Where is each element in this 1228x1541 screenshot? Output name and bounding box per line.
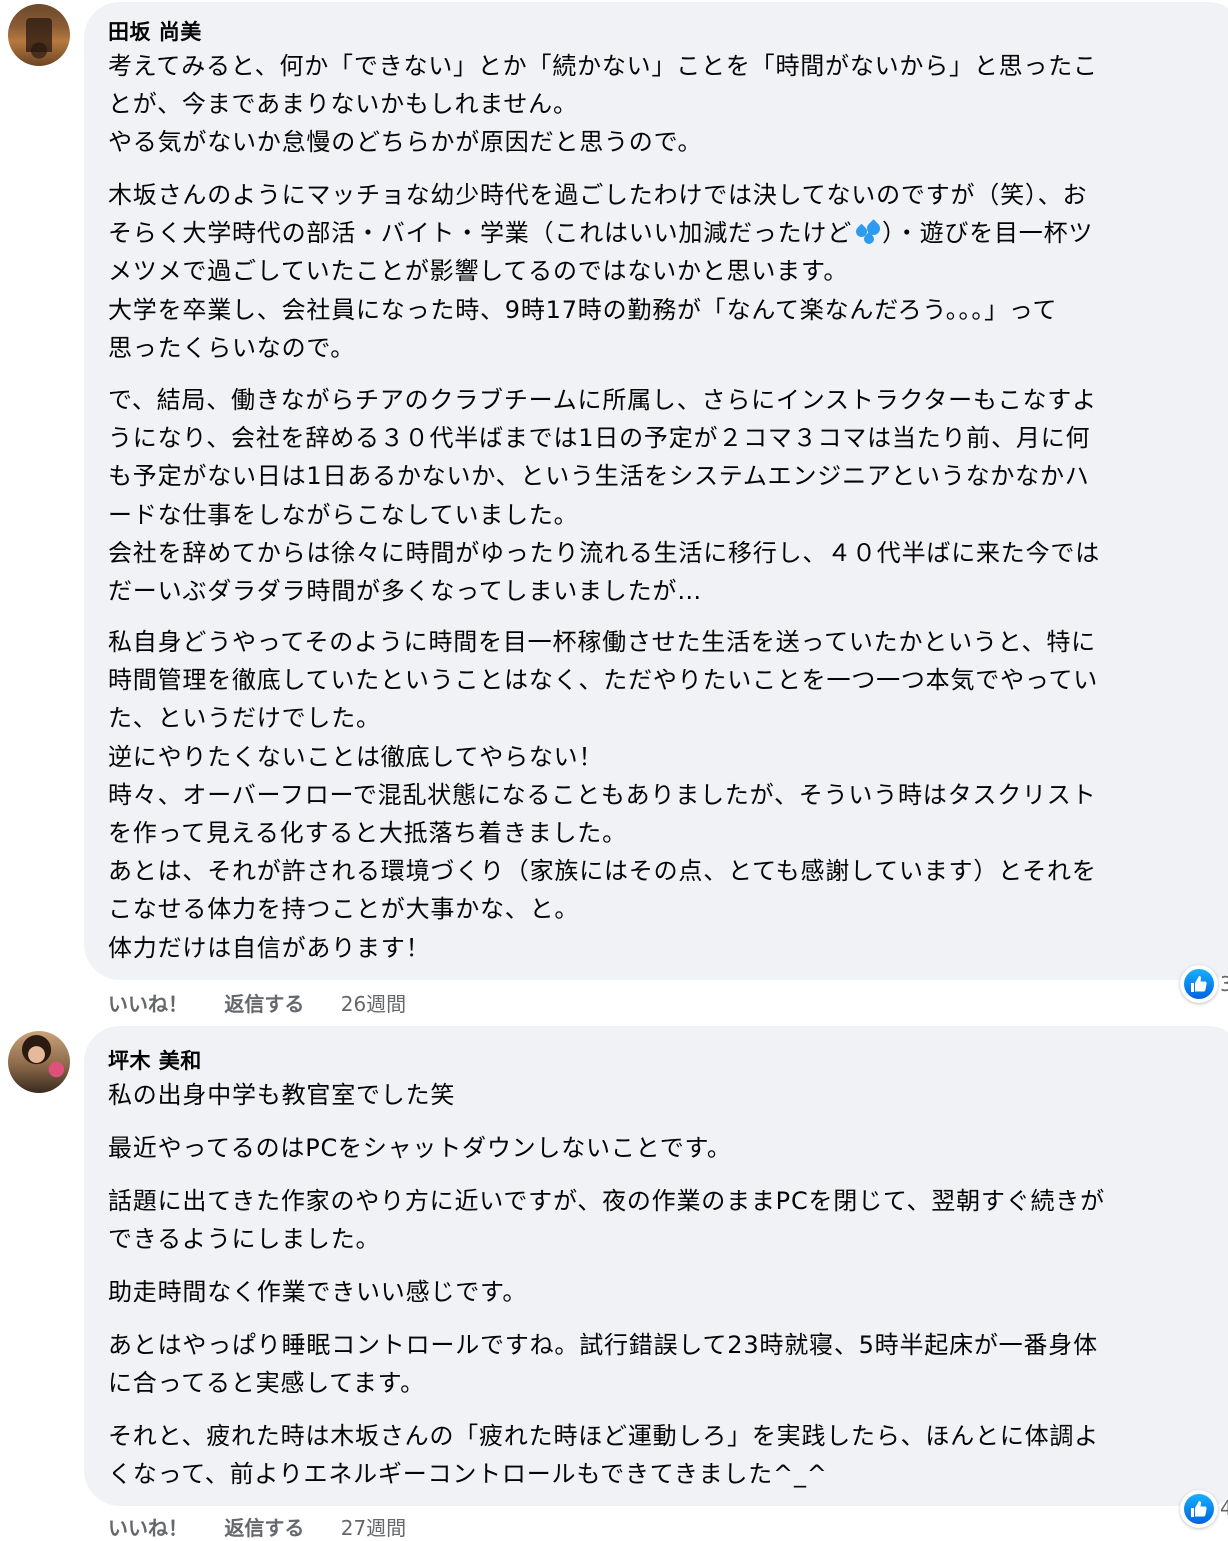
comment-paragraph: 助走時間なく作業できいい感じです。 <box>108 1273 1228 1311</box>
comment-line: あとはやっぱり睡眠コントロールですね。試行錯誤して23時就寝、5時半起床が一番身… <box>108 1331 1098 1359</box>
sweat-droplets-icon <box>852 219 883 247</box>
comment-line: を作って見える化すると大抵落ち着きました。 <box>108 818 627 847</box>
comment-line: 大学を卒業し、会社員になった時、9時17時の勤務が「なんて楽なんだろう。。。」っ… <box>108 295 1058 324</box>
comment-line: 体力だけは自信があります！ <box>108 933 431 962</box>
comment-line: も予定がない日は1日あるかないか、という生活をシステムエンジニアというなかなかハ <box>108 462 1090 491</box>
comment-line: 木坂さんのようにマッチョな幼少時代を過ごしたわけでは決してないのですが（笑）、お <box>108 181 1088 209</box>
timestamp[interactable]: 26週間 <box>341 988 406 1017</box>
comment-line: た、というだけでした。 <box>108 704 381 733</box>
comment-line: あとは、それが許される環境づくり（家族にはその点、とても感謝しています）とそれを <box>108 857 1097 886</box>
comment-paragraph: 私の出身中学も教官室でした笑 <box>108 1076 1228 1114</box>
reply-button[interactable]: 返信する <box>224 1512 304 1541</box>
comment-line: 時間管理を徹底していたということはなく、ただやりたいことを一つ一つ本気でやってい <box>108 666 1099 695</box>
comment-paragraph: あとはやっぱり睡眠コントロールですね。試行錯誤して23時就寝、5時半起床が一番身… <box>108 1326 1228 1402</box>
thumbs-up-icon <box>1191 1501 1207 1517</box>
reaction-count[interactable]: 3 <box>1220 972 1228 996</box>
comment-paragraph: 話題に出てきた作家のやり方に近いですが、夜の作業のままPCを閉じて、翌朝すぐ続き… <box>108 1182 1228 1258</box>
comment-line: 時々、オーバーフローで混乱状態になることもありましたが、そういう時はタスクリスト <box>108 780 1097 809</box>
comment-actions: いいね！ 返信する 26週間 <box>108 988 436 1017</box>
comment-author[interactable]: 田坂 尚美 <box>108 16 202 46</box>
comment-line: 助走時間なく作業できいい感じです。 <box>108 1278 528 1306</box>
comment-line: それと、疲れた時は木坂さんの「疲れた時ほど運動しろ」を実践したら、ほんとに体調よ <box>108 1422 1100 1450</box>
comment-line: メツメで過ごしていたことが影響してるのではないかと思います。 <box>108 257 849 286</box>
thumbs-up-icon <box>1191 976 1207 992</box>
comment-line: 話題に出てきた作家のやり方に近いですが、夜の作業のままPCを閉じて、翌朝すぐ続き… <box>108 1187 1105 1215</box>
timestamp[interactable]: 27週間 <box>341 1512 406 1541</box>
comment-line: 私の出身中学も教官室でした笑 <box>108 1081 456 1109</box>
comment-line: 会社を辞めてからは徐々に時間がゆったり流れる生活に移行し、４０代半ばに来た今では <box>108 538 1100 567</box>
comment-line-segment: ）・遊びを目一杯ツ <box>882 219 1094 248</box>
reaction-count[interactable]: 4 <box>1220 1496 1228 1520</box>
avatar[interactable] <box>8 1031 70 1093</box>
comment-line: とが、今まであまりないかもしれません。 <box>108 90 578 119</box>
comment-paragraph: 最近やってるのはPCをシャットダウンしないことです。 <box>108 1129 1228 1167</box>
comment-actions: いいね！ 返信する 27週間 <box>108 1512 436 1541</box>
like-button[interactable]: いいね！ <box>108 988 188 1017</box>
comment-line: 思ったくらいなので。 <box>108 333 356 362</box>
comment-line-segment: そらく大学時代の部活・バイト・学業（これはいい加減だったけど <box>108 219 852 248</box>
comment-paragraph: 私自身どうやってそのように時間を目一杯稼働させた生活を送っていたかというと、特に… <box>108 623 1228 967</box>
comment-line: 私自身どうやってそのように時間を目一杯稼働させた生活を送っていたかというと、特に <box>108 628 1096 656</box>
comment-paragraph: それと、疲れた時は木坂さんの「疲れた時ほど運動しろ」を実践したら、ほんとに体調よ… <box>108 1417 1228 1493</box>
comment-line: 最近やってるのはPCをシャットダウンしないことです。 <box>108 1134 732 1162</box>
comment-line: こなせる体力を持つことが大事かな、と。 <box>108 895 580 924</box>
comment-line: やる気がないか怠慢のどちらかが原因だと思うので。 <box>108 128 703 157</box>
comment-line: に合ってると実感してます。 <box>108 1369 425 1398</box>
comment-line: くなって、前よりエネルギーコントロールもできてきました^_^ <box>108 1460 828 1489</box>
comment-paragraph: で、結局、働きながらチアのクラブチームに所属し、さらにインストラクターもこなすよ… <box>108 381 1228 610</box>
comment-line: できるようにしました。 <box>108 1225 381 1254</box>
comment-paragraph: 考えてみると、何か「できない」とか「続かない」ことを「時間がないから」と思ったこ… <box>108 47 1228 162</box>
comment-line: そらく大学時代の部活・バイト・学業（これはいい加減だったけど ）・遊びを目一杯ツ <box>108 214 1228 252</box>
comment-author[interactable]: 坪木 美和 <box>108 1045 202 1075</box>
comment-paragraph: 木坂さんのようにマッチョな幼少時代を過ごしたわけでは決してないのですが（笑）、お… <box>108 176 1228 367</box>
reply-button[interactable]: 返信する <box>224 988 304 1017</box>
reaction-badge[interactable] <box>1180 965 1218 1003</box>
comment-line: ードな仕事をしながらこなしていました。 <box>108 500 579 529</box>
reaction-badge[interactable] <box>1180 1490 1218 1528</box>
comment-line: で、結局、働きながらチアのクラブチームに所属し、さらにインストラクターもこなすよ <box>108 386 1097 414</box>
comment-line: 考えてみると、何か「できない」とか「続かない」ことを「時間がないから」と思ったこ <box>108 52 1098 80</box>
comment-line: うになり、会社を辞める３０代半ばまでは1日の予定が２コマ３コマは当たり前、月に何 <box>108 424 1091 453</box>
comment-line: だーいぶダラダラ時間が多くなってしまいましたが… <box>108 576 702 605</box>
avatar[interactable] <box>8 4 70 66</box>
like-button[interactable]: いいね！ <box>108 1512 188 1541</box>
comment-line: 逆にやりたくないことは徹底してやらない！ <box>108 742 604 771</box>
